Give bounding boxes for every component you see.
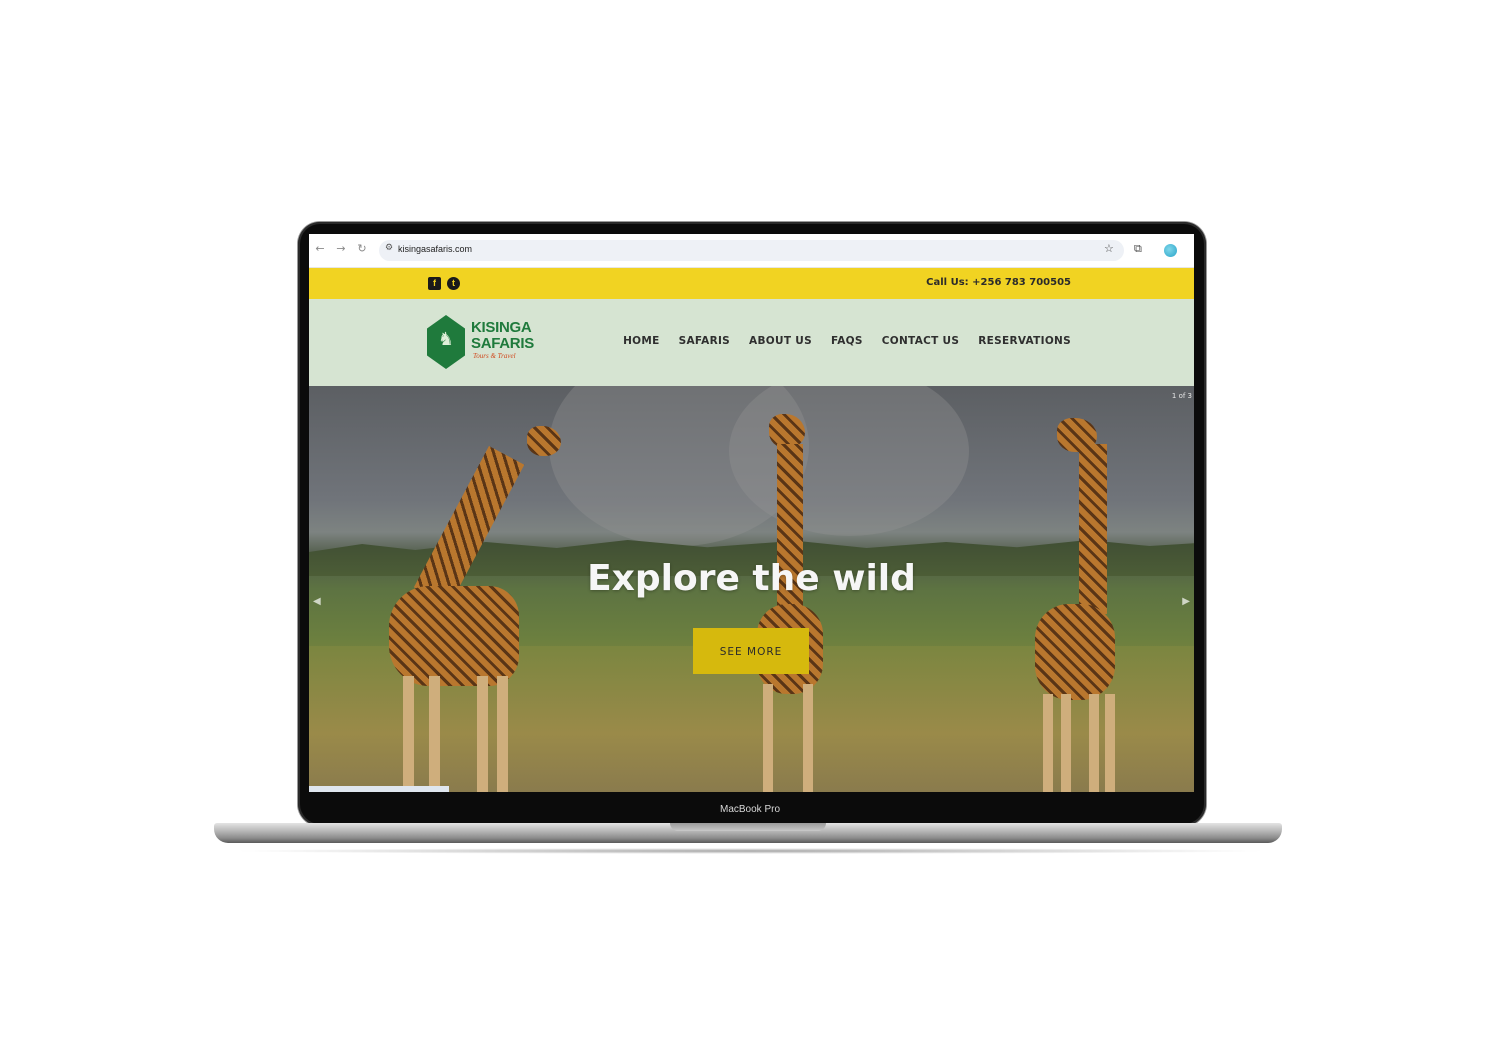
- browser-toolbar: ← → ↻ ⚙ kisingasafaris.com ☆ ⧉: [309, 234, 1194, 268]
- bookmark-star-icon[interactable]: ☆: [1104, 242, 1114, 255]
- browser-status-bar: [309, 786, 449, 792]
- nav-item-reservations[interactable]: RESERVATIONS: [978, 335, 1071, 347]
- forward-arrow-icon[interactable]: →: [334, 242, 348, 256]
- reload-icon[interactable]: ↻: [355, 242, 369, 256]
- logo-text-line1: KISINGA: [471, 319, 532, 336]
- laptop-notch: [670, 823, 826, 831]
- nav-item-about-us[interactable]: ABOUT US: [749, 335, 812, 347]
- profile-avatar-icon[interactable]: [1164, 244, 1177, 257]
- device-label: MacBook Pro: [719, 804, 781, 815]
- call-us-text[interactable]: Call Us: +256 783 700505: [926, 277, 1071, 288]
- see-more-button[interactable]: SEE MORE: [693, 628, 809, 674]
- laptop-shadow: [230, 848, 1270, 854]
- hero-title: Explore the wild: [587, 558, 916, 599]
- twitter-icon[interactable]: t: [447, 277, 460, 290]
- elephant-icon: ♞: [437, 329, 455, 350]
- address-bar[interactable]: ⚙ kisingasafaris.com: [379, 240, 1124, 261]
- logo-tagline: Tours & Travel: [473, 352, 516, 360]
- nav-item-faqs[interactable]: FAQS: [831, 335, 863, 347]
- site-settings-icon[interactable]: ⚙: [385, 243, 393, 253]
- slide-counter: 1 of 3: [1171, 392, 1192, 400]
- nav-item-home[interactable]: HOME: [623, 335, 660, 347]
- facebook-icon[interactable]: f: [428, 277, 441, 290]
- browser-screen: ← → ↻ ⚙ kisingasafaris.com ☆ ⧉ f t Call …: [309, 234, 1194, 792]
- hero-slider: 1 of 3 ◀ ▶ Explore the wild SEE MORE: [309, 386, 1194, 792]
- nav-item-contact-us[interactable]: CONTACT US: [882, 335, 960, 347]
- extensions-icon[interactable]: ⧉: [1134, 242, 1142, 256]
- logo-text-line2: SAFARIS: [471, 335, 534, 352]
- main-nav: HOME SAFARIS ABOUT US FAQS CONTACT US RE…: [623, 335, 1071, 347]
- site-header: ♞ KISINGA SAFARIS Tours & Travel HOME SA…: [309, 299, 1194, 386]
- back-arrow-icon[interactable]: ←: [313, 242, 327, 256]
- nav-item-safaris[interactable]: SAFARIS: [679, 335, 730, 347]
- top-bar: f t Call Us: +256 783 700505: [309, 268, 1194, 299]
- giraffe-image: [369, 406, 589, 792]
- url-text[interactable]: kisingasafaris.com: [398, 244, 472, 254]
- site-logo[interactable]: ♞ KISINGA SAFARIS Tours & Travel: [427, 313, 537, 373]
